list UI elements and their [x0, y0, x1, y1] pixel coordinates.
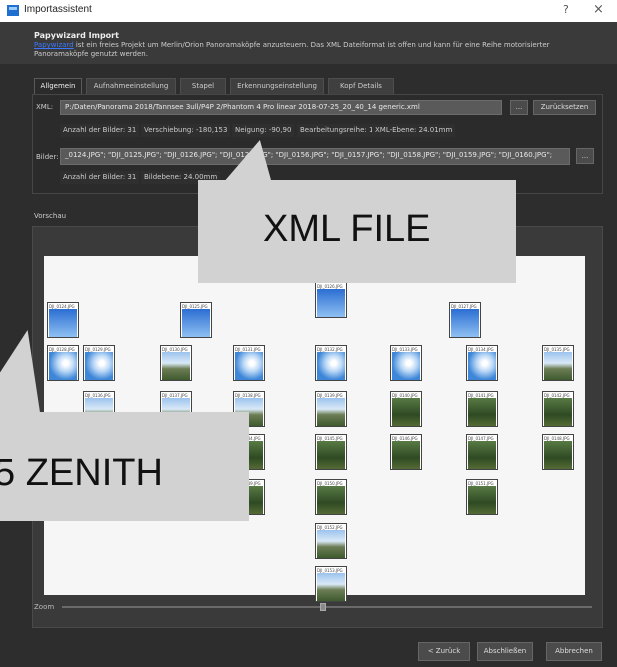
- preview-tile[interactable]: DJI_0153.JPG: [315, 566, 347, 602]
- finish-button[interactable]: Abschließen: [477, 642, 533, 661]
- zoom-slider-handle[interactable]: [320, 603, 326, 611]
- zoom-track[interactable]: [62, 606, 592, 608]
- preview-tile-image: [317, 441, 345, 469]
- preview-tile-image: [544, 352, 572, 380]
- xml-focal: XML-Ebene: 24.01mm: [372, 124, 456, 137]
- callout-xml-text: XML FILE: [263, 208, 431, 250]
- header-title: Papywizard Import: [34, 31, 119, 40]
- preview-tile-image: [392, 352, 420, 380]
- preview-tile[interactable]: DJI_0133.JPG: [390, 345, 422, 381]
- preview-tile[interactable]: DJI_0148.JPG: [542, 434, 574, 470]
- preview-tile[interactable]: DJI_0134.JPG: [466, 345, 498, 381]
- images-browse-button[interactable]: ...: [576, 148, 594, 164]
- preview-tile-image: [544, 398, 572, 426]
- preview-tile-image: [317, 486, 345, 514]
- header-description: Papywizard ist ein freies Projekt um Mer…: [34, 41, 604, 59]
- preview-tile[interactable]: DJI_0132.JPG: [315, 345, 347, 381]
- xml-path-field[interactable]: P:/Daten/Panorama 2018/Tannsee 3ull/P4P …: [60, 100, 502, 115]
- preview-tile-image: [392, 398, 420, 426]
- preview-tile-image: [468, 352, 496, 380]
- preview-tile-image: [317, 352, 345, 380]
- preview-tile[interactable]: DJI_0150.JPG: [315, 479, 347, 515]
- callout-xml-file: XML FILE: [198, 180, 516, 283]
- xml-shift: Verschiebung: -180,153: [141, 124, 231, 137]
- preview-tile-image: [451, 309, 479, 337]
- preview-tile-image: [317, 289, 345, 317]
- preview-tile-image: [317, 398, 345, 426]
- xml-row: Bearbeitungsreihe: 1: [297, 124, 377, 137]
- preview-tile[interactable]: DJI_0141.JPG: [466, 391, 498, 427]
- papywizard-link[interactable]: Papywizard: [34, 41, 74, 49]
- close-button[interactable]: ×: [593, 2, 604, 17]
- preview-tile[interactable]: DJI_0130.JPG: [160, 345, 192, 381]
- preview-tile[interactable]: DJI_0140.JPG: [390, 391, 422, 427]
- preview-tile[interactable]: DJI_0151.JPG: [466, 479, 498, 515]
- app-icon: [7, 5, 19, 16]
- preview-tile[interactable]: DJI_0147.JPG: [466, 434, 498, 470]
- preview-tile[interactable]: DJI_0142.JPG: [542, 391, 574, 427]
- preview-tile-image: [468, 398, 496, 426]
- window-title: Importassistent: [24, 4, 92, 15]
- preview-tile-image: [317, 530, 345, 558]
- callout-zenith: 5 ZENITH: [0, 412, 249, 521]
- images-list-field[interactable]: _0124.JPG"; "DJI_0125.JPG"; "DJI_0126.JP…: [60, 148, 570, 165]
- preview-tile[interactable]: DJI_0146.JPG: [390, 434, 422, 470]
- tab-stapel[interactable]: Stapel: [180, 78, 226, 94]
- help-button[interactable]: ?: [563, 3, 569, 16]
- tab-allgemein[interactable]: Allgemein: [34, 78, 82, 94]
- preview-tile[interactable]: DJI_0152.JPG: [315, 523, 347, 559]
- preview-title: Vorschau: [34, 212, 67, 220]
- preview-tile-image: [162, 352, 190, 380]
- images-label: Bilder:: [36, 153, 59, 161]
- header-banner: Papywizard Import Papywizard ist ein fre…: [0, 22, 617, 64]
- preview-tile-image: [235, 352, 263, 380]
- preview-tile-image: [392, 441, 420, 469]
- preview-tile[interactable]: DJI_0131.JPG: [233, 345, 265, 381]
- preview-tile-image: [85, 352, 113, 380]
- preview-tile[interactable]: DJI_0125.JPG: [180, 302, 212, 338]
- xml-tilt: Neigung: -90,90: [232, 124, 295, 137]
- preview-tile[interactable]: DJI_0129.JPG: [83, 345, 115, 381]
- preview-tile-image: [544, 441, 572, 469]
- reset-button[interactable]: Zurücksetzen: [533, 100, 596, 115]
- header-description-text: ist ein freies Projekt um Merlin/Orion P…: [34, 41, 550, 58]
- tab-aufnahmeeinstellung[interactable]: Aufnahmeeinstellung: [86, 78, 176, 94]
- preview-tile-image: [468, 486, 496, 514]
- preview-tile[interactable]: DJI_0135.JPG: [542, 345, 574, 381]
- preview-tile[interactable]: DJI_0139.JPG: [315, 391, 347, 427]
- xml-browse-button[interactable]: ...: [510, 100, 528, 115]
- xml-label: XML:: [36, 103, 54, 111]
- preview-tile[interactable]: DJI_0127.JPG: [449, 302, 481, 338]
- preview-tile-image: [182, 309, 210, 337]
- callout-zenith-text: 5 ZENITH: [0, 452, 163, 494]
- back-button[interactable]: < Zurück: [418, 642, 470, 661]
- preview-tile[interactable]: DJI_0126.JPG: [315, 282, 347, 318]
- zoom-label: Zoom: [34, 603, 55, 611]
- tab-erkennungseinstellung[interactable]: Erkennungseinstellung: [230, 78, 324, 94]
- preview-tile-image: [317, 573, 345, 601]
- preview-tile[interactable]: DJI_0145.JPG: [315, 434, 347, 470]
- window-titlebar: Importassistent ? ×: [0, 0, 617, 23]
- preview-tile-image: [468, 441, 496, 469]
- xml-image-count: Anzahl der Bilder: 31: [60, 124, 140, 137]
- tab-kopf-details[interactable]: Kopf Details: [328, 78, 394, 94]
- images-count: Anzahl der Bilder: 31: [60, 171, 140, 184]
- cancel-button[interactable]: Abbrechen: [546, 642, 602, 661]
